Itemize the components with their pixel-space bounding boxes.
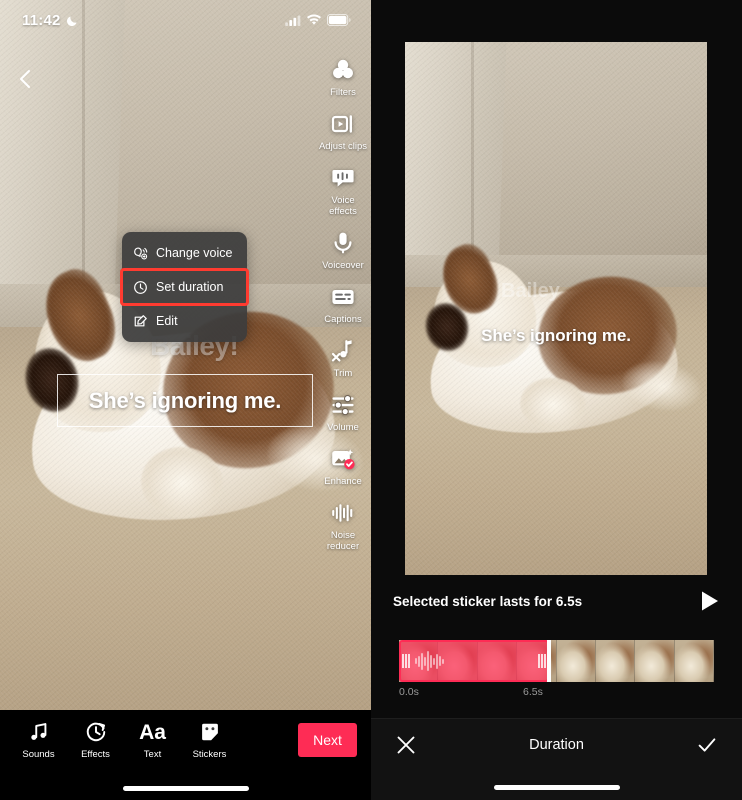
next-button[interactable]: Next xyxy=(298,723,357,757)
context-menu-item-set-duration[interactable]: Set duration xyxy=(120,268,249,306)
rail-item-trim[interactable]: Trim xyxy=(315,337,371,379)
back-chevron-icon xyxy=(20,70,30,88)
rail-item-adjust-clips[interactable]: Adjust clips xyxy=(315,110,371,152)
timeline-time-labels: 0.0s 6.5s xyxy=(399,686,714,700)
text-sticker-value: She’s ignoring me. xyxy=(88,387,282,413)
crescent-moon-icon xyxy=(66,15,77,26)
trim-icon xyxy=(329,337,357,365)
rail-item-volume[interactable]: Volume xyxy=(315,391,371,433)
stickers-icon xyxy=(199,720,221,744)
noise-reducer-icon xyxy=(329,499,357,527)
toolbar-item-effects[interactable]: Effects xyxy=(67,720,124,760)
voice-effects-icon xyxy=(329,164,357,192)
editor-screen: 11:42 Filters Adjust clips Voice effects… xyxy=(0,0,371,800)
screenshot-root: 11:42 Filters Adjust clips Voice effects… xyxy=(0,0,742,800)
rail-item-enhance[interactable]: Enhance xyxy=(315,445,371,487)
cancel-button[interactable] xyxy=(395,734,417,756)
play-icon xyxy=(702,591,718,611)
text-sticker-selected[interactable]: She’s ignoring me. xyxy=(57,374,313,427)
toolbar-label-stickers: Stickers xyxy=(192,749,227,760)
toolbar-label-effects: Effects xyxy=(81,749,110,760)
duration-timeline[interactable] xyxy=(399,640,714,682)
timeline-end-time: 6.5s xyxy=(523,686,543,698)
sticker-context-menu: Change voice Set duration Edit xyxy=(120,232,249,342)
rail-item-noise-reducer[interactable]: Noise reducer xyxy=(315,499,371,552)
back-button[interactable] xyxy=(13,66,39,92)
checkmark-icon xyxy=(698,738,716,752)
audio-waveform xyxy=(415,651,444,671)
rail-label-enhance: Enhance xyxy=(324,476,362,487)
rail-label-noise-reducer: Noise reducer xyxy=(326,530,360,552)
wifi-icon xyxy=(306,14,322,25)
rail-label-filters: Filters xyxy=(330,87,356,98)
filters-icon xyxy=(329,56,357,84)
play-button[interactable] xyxy=(700,590,720,612)
microphone-icon xyxy=(329,229,357,257)
toolbar-item-stickers[interactable]: Stickers xyxy=(181,720,238,760)
rail-label-voice-effects: Voice effects xyxy=(329,195,357,217)
context-menu-label-change-voice: Change voice xyxy=(156,246,233,260)
context-menu-label-set-duration: Set duration xyxy=(156,280,224,294)
timeline-handle-end[interactable] xyxy=(537,642,547,680)
status-bar: 11:42 xyxy=(0,0,371,40)
rail-item-filters[interactable]: Filters xyxy=(315,56,371,98)
preview-watermark: Bailey xyxy=(501,280,560,302)
duration-footer: Duration xyxy=(371,718,742,800)
context-menu-item-change-voice[interactable]: Change voice xyxy=(122,236,247,270)
cellular-signal-icon xyxy=(285,14,301,26)
rail-item-captions[interactable]: Captions xyxy=(315,283,371,325)
confirm-button[interactable] xyxy=(696,734,718,756)
rail-item-voiceover[interactable]: Voiceover xyxy=(315,229,371,271)
close-x-icon xyxy=(397,736,415,754)
toolbar-label-text: Text xyxy=(143,749,162,760)
bottom-toolbar: Sounds Effects Aa Text Stickers Next xyxy=(0,710,371,800)
rail-label-trim: Trim xyxy=(333,368,353,379)
timeline-track[interactable] xyxy=(399,640,714,682)
rail-label-captions: Captions xyxy=(324,314,362,325)
preview-text-overlay: She’s ignoring me. xyxy=(481,326,631,345)
timeline-start-time: 0.0s xyxy=(399,686,419,698)
captions-icon xyxy=(329,283,357,311)
duration-screen: Bailey She’s ignoring me. Selected stick… xyxy=(371,0,742,800)
clock-icon xyxy=(133,280,148,295)
battery-icon xyxy=(327,14,351,26)
rail-item-voice-effects[interactable]: Voice effects xyxy=(315,164,371,217)
adjust-clips-icon xyxy=(329,110,357,138)
status-time: 11:42 xyxy=(22,11,61,29)
duration-headline: Selected sticker lasts for 6.5s xyxy=(393,593,583,609)
rail-label-adjust-clips: Adjust clips xyxy=(318,141,368,152)
context-menu-label-edit: Edit xyxy=(156,314,178,328)
toolbar-label-sounds: Sounds xyxy=(22,749,55,760)
home-indicator xyxy=(493,785,620,790)
timeline-handle-start[interactable] xyxy=(401,642,411,680)
volume-sliders-icon xyxy=(329,391,357,419)
home-indicator xyxy=(122,786,249,791)
text-aa-icon: Aa xyxy=(139,720,166,744)
toolbar-item-sounds[interactable]: Sounds xyxy=(10,720,67,760)
editing-tools-rail: Filters Adjust clips Voice effects Voice… xyxy=(315,56,371,552)
video-preview[interactable]: Bailey She’s ignoring me. xyxy=(405,42,707,575)
rail-label-volume: Volume xyxy=(327,422,359,433)
music-note-icon xyxy=(28,720,50,744)
timeline-selection-range[interactable] xyxy=(399,640,549,682)
duration-panel-title: Duration xyxy=(529,737,584,753)
rail-label-voiceover: Voiceover xyxy=(322,260,364,271)
timeline-playhead[interactable] xyxy=(547,640,551,682)
edit-pencil-icon xyxy=(133,314,148,329)
duration-headline-row: Selected sticker lasts for 6.5s xyxy=(371,585,742,617)
enhance-icon xyxy=(329,445,357,473)
context-menu-item-edit[interactable]: Edit xyxy=(122,304,247,338)
change-voice-icon xyxy=(133,246,148,261)
effects-clock-icon xyxy=(85,720,107,744)
toolbar-item-text[interactable]: Aa Text xyxy=(124,720,181,761)
